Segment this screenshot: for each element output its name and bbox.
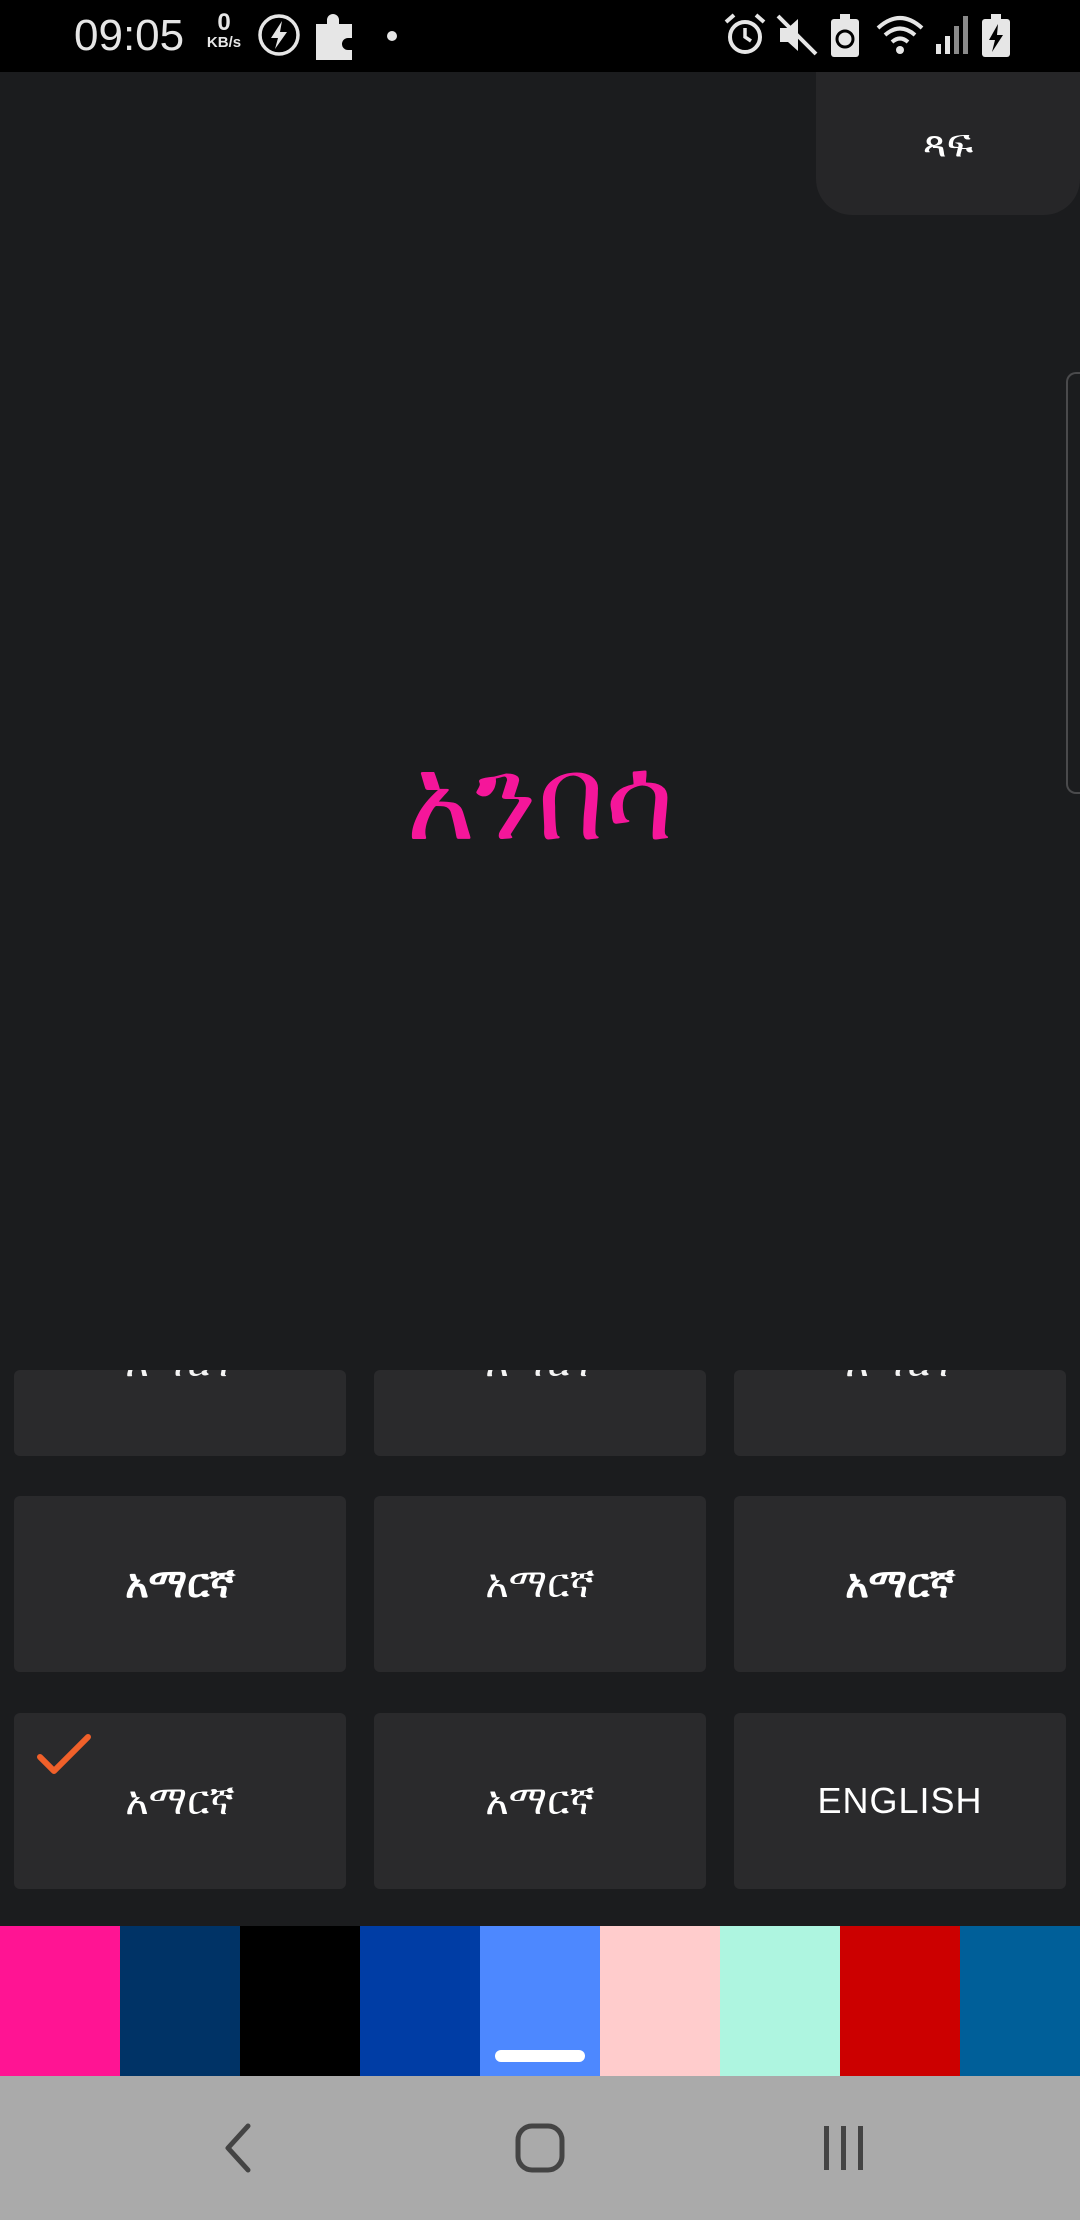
font-tile-label: አማርኛ [845, 1561, 955, 1607]
network-speed-value: 0 [217, 9, 231, 36]
font-tile[interactable]: ENGLISH [734, 1713, 1066, 1889]
color-swatch[interactable] [960, 1926, 1080, 2076]
wifi-icon [876, 16, 924, 54]
signal-icon [936, 16, 968, 54]
bolt-circle-icon [258, 14, 300, 56]
font-tile-label: አማርኛ [485, 1561, 595, 1607]
preview-text: አንበሳ [406, 729, 674, 867]
puzzle-icon [316, 14, 352, 60]
font-tile-label: አማርኛ [485, 1370, 595, 1386]
font-tile[interactable]: አማርኛ [14, 1496, 346, 1672]
color-swatch[interactable] [480, 1926, 600, 2076]
color-swatch[interactable] [720, 1926, 840, 2076]
color-swatch[interactable] [0, 1926, 120, 2076]
font-tile[interactable]: አማርኛ [14, 1370, 346, 1456]
write-button-label: ጻፍ [922, 120, 974, 167]
color-swatch[interactable] [840, 1926, 960, 2076]
font-tile[interactable]: አማርኛ [374, 1713, 706, 1889]
mute-icon [776, 14, 818, 56]
font-tile[interactable]: አማርኛ [734, 1370, 1066, 1456]
alarm-icon [724, 13, 766, 54]
back-icon [225, 2123, 251, 2173]
font-tile-label: ENGLISH [817, 1780, 983, 1821]
color-palette[interactable] [0, 1926, 1080, 2076]
font-tile[interactable]: አማርኛ [374, 1370, 706, 1456]
color-swatch[interactable] [360, 1926, 480, 2076]
font-grid[interactable]: አማርኛ አማርኛ አማርኛ አማርኛ አማርኛ አማርኛ አማርኛ አማርኛ … [0, 1370, 1080, 1926]
font-tile-selected[interactable]: አማርኛ [14, 1713, 346, 1889]
battery-charging-icon [982, 14, 1010, 57]
checkmark-icon [37, 1734, 91, 1774]
color-swatch[interactable] [240, 1926, 360, 2076]
write-button[interactable]: ጻፍ [816, 72, 1080, 215]
network-speed: 0 KB/s [200, 9, 248, 52]
font-tile[interactable]: አማርኛ [734, 1496, 1066, 1672]
font-tile[interactable]: አማርኛ [374, 1496, 706, 1672]
home-button[interactable] [504, 2112, 576, 2184]
navigation-bar [0, 2076, 1080, 2220]
font-tile-label: አማርኛ [485, 1778, 595, 1824]
battery-saver-icon [831, 14, 859, 57]
color-swatch[interactable] [120, 1926, 240, 2076]
color-swatch[interactable] [600, 1926, 720, 2076]
selected-swatch-indicator [495, 2050, 585, 2062]
recents-icon [824, 2126, 863, 2170]
font-tile-label: አማርኛ [125, 1370, 235, 1386]
font-tile-label: አማርኛ [125, 1561, 235, 1607]
recents-button[interactable] [808, 2112, 880, 2184]
font-tile-label: አማርኛ [125, 1778, 235, 1824]
dot-icon [387, 31, 397, 41]
home-icon [515, 2123, 565, 2173]
status-bar: 09:05 0 KB/s [0, 0, 1080, 72]
text-preview-area[interactable]: ጻፍ አንበሳ [0, 72, 1080, 1370]
status-time: 09:05 [74, 11, 185, 60]
network-speed-unit: KB/s [206, 34, 242, 51]
font-tile-label: አማርኛ [845, 1370, 955, 1386]
back-button[interactable] [202, 2112, 274, 2184]
